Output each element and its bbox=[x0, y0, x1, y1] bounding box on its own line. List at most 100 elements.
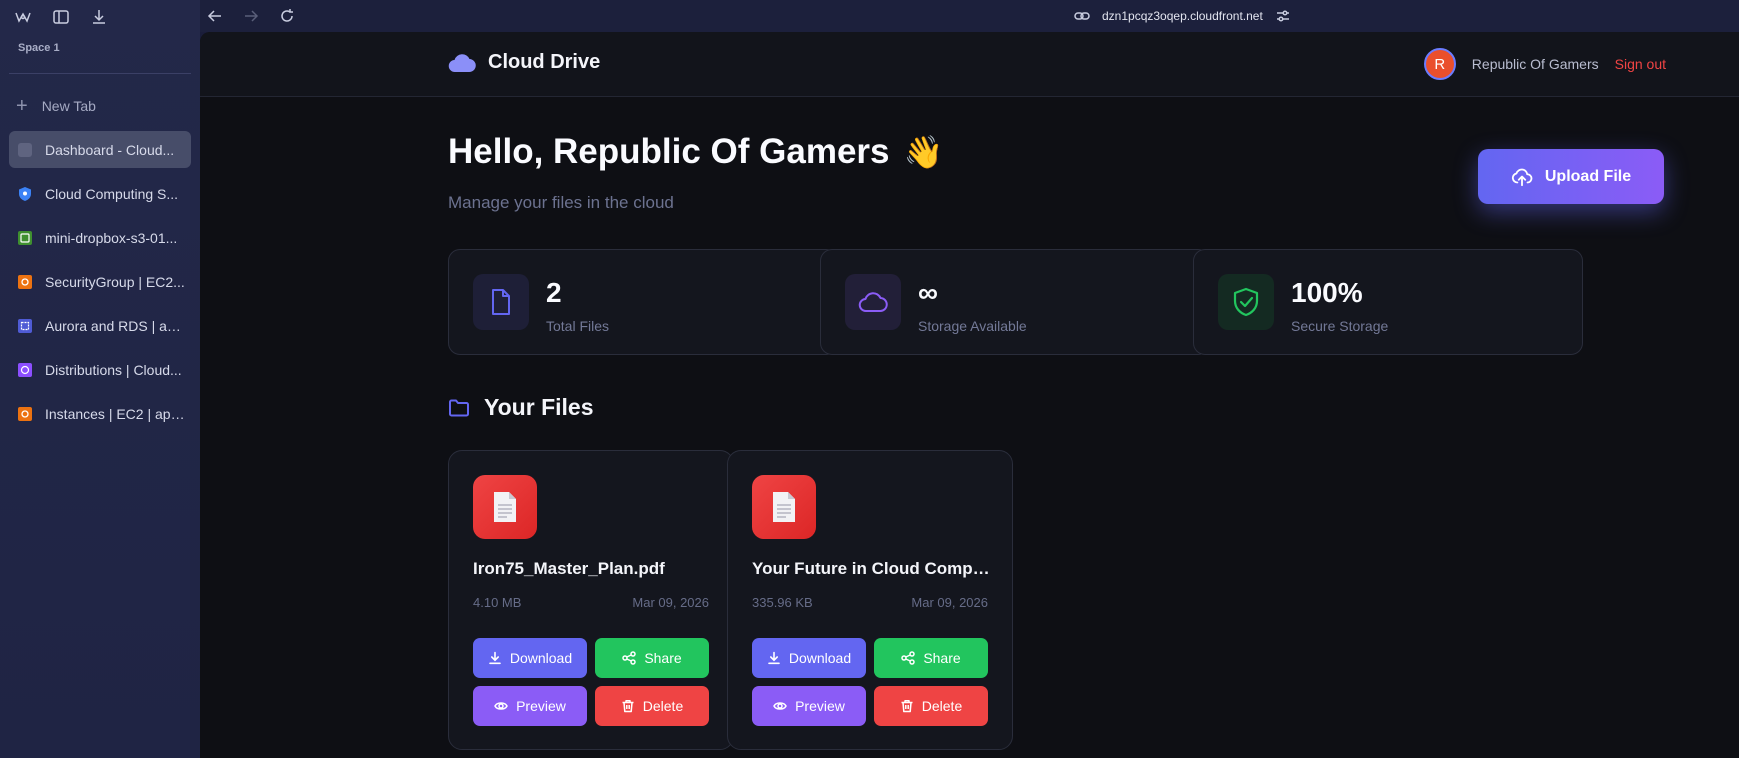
browser-tab-label: Aurora and RDS | ap... bbox=[45, 317, 185, 334]
preview-button[interactable]: Preview bbox=[473, 686, 587, 726]
browser-tab[interactable]: Dashboard - Cloud... bbox=[9, 131, 191, 168]
plus-icon: + bbox=[16, 95, 28, 117]
link-icon bbox=[1074, 12, 1090, 20]
delete-button[interactable]: Delete bbox=[595, 686, 709, 726]
reload-icon[interactable] bbox=[279, 8, 295, 24]
file-card: Iron75_Master_Plan.pdf 4.10 MB Mar 09, 202… bbox=[448, 450, 734, 750]
browser-navbar: dzn1pcqz3oqep.cloudfront.net bbox=[200, 0, 1739, 32]
browser-tab[interactable]: mini-dropbox-s3-01... bbox=[9, 219, 191, 256]
shield-icon bbox=[17, 186, 33, 202]
greeting-text: Hello, Republic Of Gamers bbox=[448, 132, 890, 171]
file-icon bbox=[473, 274, 529, 330]
download-button[interactable]: Download bbox=[752, 638, 866, 678]
site-settings-icon[interactable] bbox=[1275, 8, 1291, 24]
new-tab-button[interactable]: + New Tab bbox=[16, 96, 96, 116]
files-section-label: Your Files bbox=[484, 394, 594, 420]
page-title: Hello, Republic Of Gamers 👋 bbox=[448, 132, 943, 172]
url-text: dzn1pcqz3oqep.cloudfront.net bbox=[1102, 9, 1263, 23]
sidebar-toggle-icon[interactable] bbox=[52, 8, 70, 26]
download-label: Download bbox=[509, 650, 573, 666]
page-icon bbox=[17, 142, 33, 158]
delete-label: Delete bbox=[921, 698, 963, 714]
trash-icon bbox=[901, 700, 913, 713]
upload-file-label: Upload File bbox=[1544, 167, 1632, 185]
waving-hand-icon: 👋 bbox=[903, 134, 944, 170]
downloads-icon[interactable] bbox=[90, 8, 108, 26]
file-name: Iron75_Master_Plan.pdf bbox=[473, 559, 665, 578]
pdf-file-icon bbox=[473, 475, 537, 539]
preview-label: Preview bbox=[516, 698, 566, 714]
download-button[interactable]: Download bbox=[473, 638, 587, 678]
cloudfront-icon bbox=[17, 362, 33, 378]
files-section-title: Your Files bbox=[448, 394, 594, 421]
brand[interactable]: Cloud Drive bbox=[448, 51, 600, 74]
delete-label: Delete bbox=[642, 698, 684, 714]
download-label: Download bbox=[788, 650, 852, 666]
browser-tab-label: Cloud Computing S... bbox=[45, 185, 179, 202]
forward-icon[interactable] bbox=[243, 8, 259, 24]
ec2-icon bbox=[17, 274, 33, 290]
back-icon[interactable] bbox=[207, 8, 223, 24]
download-icon bbox=[768, 651, 780, 665]
new-tab-label: New Tab bbox=[41, 98, 96, 114]
cloud-icon bbox=[845, 274, 901, 330]
trash-icon bbox=[622, 700, 634, 713]
stat-value: ∞ bbox=[918, 277, 938, 308]
delete-button[interactable]: Delete bbox=[874, 686, 988, 726]
browser-tab[interactable]: Cloud Computing S... bbox=[9, 175, 191, 212]
stat-value: 2 bbox=[546, 277, 562, 308]
user-area: R Republic Of Gamers Sign out bbox=[1423, 48, 1666, 80]
ec2-icon bbox=[17, 406, 33, 422]
browser-tab[interactable]: Aurora and RDS | ap... bbox=[9, 307, 191, 344]
s3-bucket-icon bbox=[17, 230, 33, 246]
browser-tab[interactable]: Distributions | Cloud... bbox=[9, 351, 191, 388]
stat-label: Storage Available bbox=[918, 318, 1027, 334]
file-date: Mar 09, 2026 bbox=[632, 595, 709, 610]
brand-name: Cloud Drive bbox=[488, 51, 601, 73]
preview-button[interactable]: Preview bbox=[752, 686, 866, 726]
browser-tab[interactable]: Instances | EC2 | ap-... bbox=[9, 395, 191, 432]
page-viewport: Cloud Drive R Republic Of Gamers Sign ou… bbox=[200, 32, 1739, 758]
avatar[interactable]: R bbox=[1423, 48, 1456, 80]
browser-logo-icon[interactable] bbox=[14, 8, 32, 26]
browser-tab-label: mini-dropbox-s3-01... bbox=[45, 229, 178, 246]
file-size: 335.96 KB bbox=[752, 595, 813, 610]
file-name: Your Future in Cloud Computing bbox=[752, 559, 992, 578]
share-button[interactable]: Share bbox=[874, 638, 988, 678]
share-icon bbox=[901, 651, 916, 665]
stat-value: 100% bbox=[1291, 277, 1363, 308]
sign-out-button[interactable]: Sign out bbox=[1615, 56, 1666, 72]
stat-card: 100% Secure Storage bbox=[1193, 249, 1583, 355]
rds-icon bbox=[17, 318, 33, 334]
stat-label: Secure Storage bbox=[1291, 318, 1389, 334]
eye-icon bbox=[494, 702, 508, 710]
tab-list: Dashboard - Cloud... Cloud Computing S...… bbox=[9, 131, 191, 439]
share-button[interactable]: Share bbox=[595, 638, 709, 678]
browser-sidebar: Space 1 + New Tab Dashboard - Cloud... Cl… bbox=[0, 0, 200, 758]
cloud-logo-icon bbox=[448, 53, 476, 72]
browser-tab[interactable]: SecurityGroup | EC2... bbox=[9, 263, 191, 300]
space-label: Space 1 bbox=[18, 42, 60, 54]
file-card: Your Future in Cloud Computing 335.96 KB M… bbox=[727, 450, 1013, 750]
stat-card: ∞ Storage Available bbox=[820, 249, 1210, 355]
sidebar-toolbar bbox=[14, 8, 108, 26]
browser-tab-label: Distributions | Cloud... bbox=[45, 361, 182, 378]
page-subtitle: Manage your files in the cloud bbox=[448, 193, 674, 212]
share-icon bbox=[622, 651, 637, 665]
browser-tab-label: Instances | EC2 | ap-... bbox=[45, 405, 185, 422]
share-label: Share bbox=[644, 650, 682, 666]
cloud-upload-icon bbox=[1511, 168, 1533, 186]
pdf-file-icon bbox=[752, 475, 816, 539]
share-label: Share bbox=[923, 650, 961, 666]
browser-tab-label: SecurityGroup | EC2... bbox=[45, 273, 185, 290]
stat-label: Total Files bbox=[546, 318, 610, 334]
eye-icon bbox=[773, 702, 787, 710]
user-name: Republic Of Gamers bbox=[1471, 56, 1599, 72]
folder-icon bbox=[449, 399, 469, 416]
download-icon bbox=[489, 651, 501, 665]
upload-file-button[interactable]: Upload File bbox=[1478, 149, 1664, 204]
sidebar-divider bbox=[9, 73, 191, 74]
app-header: Cloud Drive R Republic Of Gamers Sign ou… bbox=[200, 32, 1739, 97]
address-bar[interactable]: dzn1pcqz3oqep.cloudfront.net bbox=[1074, 8, 1291, 24]
shield-check-icon bbox=[1218, 274, 1274, 330]
